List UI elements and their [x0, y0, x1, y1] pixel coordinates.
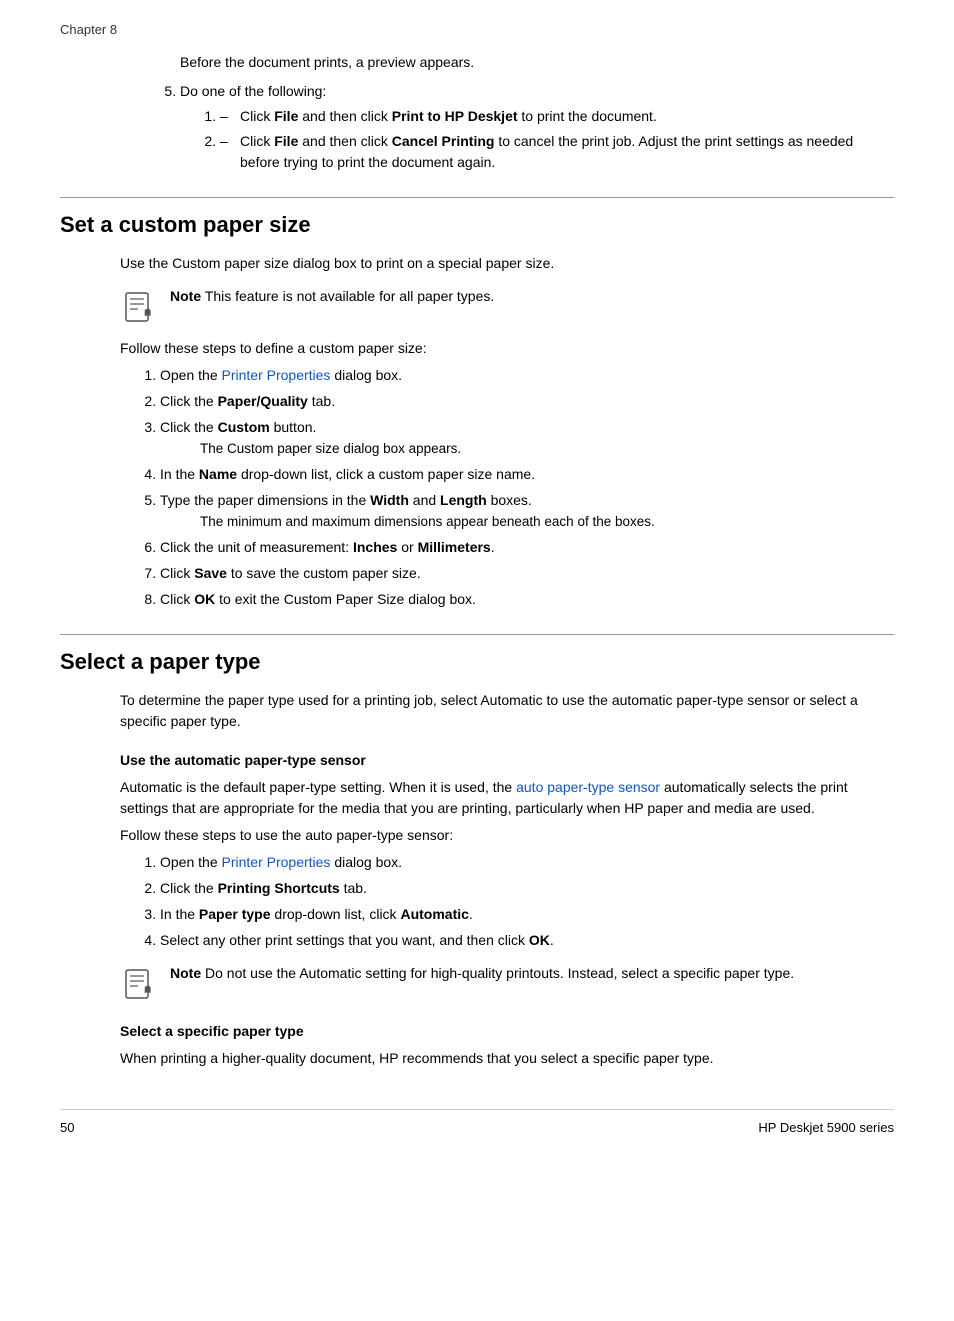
intro-steps-list: Do one of the following: Click File and …: [160, 81, 894, 173]
subsection1-step-2: Click the Printing Shortcuts tab.: [160, 878, 894, 899]
page-footer: 50 HP Deskjet 5900 series: [60, 1109, 894, 1138]
section1-step-3-sub: The Custom paper size dialog box appears…: [200, 441, 461, 456]
product-name: HP Deskjet 5900 series: [758, 1118, 894, 1138]
intro-bullet-list: Click File and then click Print to HP De…: [200, 106, 894, 173]
subsection1-follow-text: Follow these steps to use the auto paper…: [120, 825, 894, 846]
subsection2-title: Select a specific paper type: [120, 1021, 894, 1042]
section1-note-box: Note This feature is not available for a…: [120, 286, 894, 326]
printer-properties-link-2[interactable]: Printer Properties: [222, 854, 331, 870]
auto-paper-type-link[interactable]: auto paper-type sensor: [516, 779, 660, 795]
section1-follow-text: Follow these steps to define a custom pa…: [120, 338, 894, 359]
intro-bullet-1: Click File and then click Print to HP De…: [220, 106, 894, 127]
section1-title: Set a custom paper size: [60, 197, 894, 241]
section2-title: Select a paper type: [60, 634, 894, 678]
section1-step-3: Click the Custom button. The Custom pape…: [160, 417, 894, 459]
section1-intro: Use the Custom paper size dialog box to …: [120, 253, 894, 274]
subsection1-step-1: Open the Printer Properties dialog box.: [160, 852, 894, 873]
subsection2-para: When printing a higher-quality document,…: [120, 1048, 894, 1069]
section1-step-8: Click OK to exit the Custom Paper Size d…: [160, 589, 894, 610]
section1-step-7: Click Save to save the custom paper size…: [160, 563, 894, 584]
intro-step-5: Do one of the following: Click File and …: [180, 81, 894, 173]
section2-intro: To determine the paper type used for a p…: [120, 690, 894, 732]
subsection1-note-content: Note Do not use the Automatic setting fo…: [170, 963, 794, 984]
subsection1-para1: Automatic is the default paper-type sett…: [120, 777, 894, 819]
section1-body: Use the Custom paper size dialog box to …: [120, 253, 894, 611]
page-number: 50: [60, 1118, 74, 1138]
subsection1-steps: Open the Printer Properties dialog box. …: [140, 852, 894, 951]
section1-step-6: Click the unit of measurement: Inches or…: [160, 537, 894, 558]
section1-step-2: Click the Paper/Quality tab.: [160, 391, 894, 412]
section1-step-4: In the Name drop-down list, click a cust…: [160, 464, 894, 485]
section1-note-content: Note This feature is not available for a…: [170, 286, 494, 307]
subsection1-step-3: In the Paper type drop-down list, click …: [160, 904, 894, 925]
section1-step-5-sub: The minimum and maximum dimensions appea…: [200, 514, 655, 529]
subsection1-title: Use the automatic paper-type sensor: [120, 750, 894, 771]
section1-step-1: Open the Printer Properties dialog box.: [160, 365, 894, 386]
note-icon-2: [120, 965, 158, 1003]
section2-body: To determine the paper type used for a p…: [120, 690, 894, 1069]
subsection1-note-box: Note Do not use the Automatic setting fo…: [120, 963, 894, 1003]
note-icon: [120, 288, 158, 326]
chapter-label: Chapter 8: [60, 20, 894, 40]
intro-bullet-2: Click File and then click Cancel Printin…: [220, 131, 894, 173]
printer-properties-link-1[interactable]: Printer Properties: [222, 367, 331, 383]
section1-step-5: Type the paper dimensions in the Width a…: [160, 490, 894, 532]
intro-preview-text: Before the document prints, a preview ap…: [180, 52, 894, 73]
section1-steps: Open the Printer Properties dialog box. …: [140, 365, 894, 611]
subsection1-step-4: Select any other print settings that you…: [160, 930, 894, 951]
